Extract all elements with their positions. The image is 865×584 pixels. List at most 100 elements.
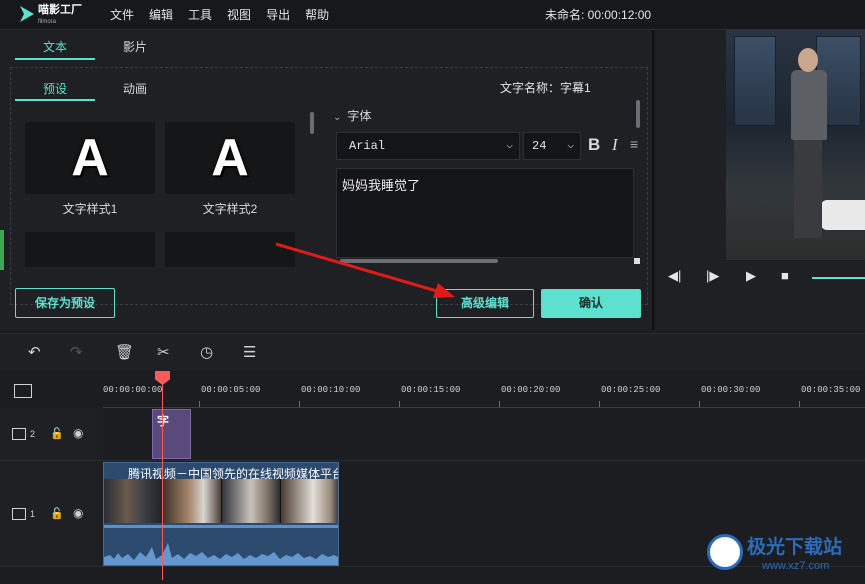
preset-label: 文字样式1 (62, 202, 118, 216)
add-track-icon[interactable] (14, 384, 32, 398)
more-format-icon[interactable]: ≡ (630, 136, 638, 152)
ruler-label: 00:00:05:00 (201, 385, 261, 395)
preset-grid: A 文字样式1 A 文字样式2 A A (25, 122, 300, 267)
ruler-label: 00:00:15:00 (401, 385, 461, 395)
preset-thumbnail: A (165, 232, 295, 267)
menu-export[interactable]: 导出 (266, 0, 290, 30)
volume-slider[interactable] (812, 277, 865, 279)
subtab-animation[interactable]: 动画 (95, 79, 175, 101)
preset-label: 文字样式2 (202, 202, 258, 216)
brand: 喵影工厂 filmora (38, 5, 82, 27)
ruler-label: 00:00:35:00 (801, 385, 861, 395)
tab-text[interactable]: 文本 (15, 36, 95, 60)
playhead-line[interactable] (162, 380, 163, 580)
preset-item[interactable]: A 文字样式2 (165, 122, 295, 217)
brand-sub: filmora (38, 19, 57, 25)
clip-thumbnail (104, 479, 163, 523)
subtab-preset[interactable]: 预设 (15, 79, 95, 101)
track-number: 1 (30, 509, 36, 519)
resize-corner[interactable] (634, 258, 640, 264)
text-content-input[interactable]: 妈妈我睡觉了 (336, 168, 634, 258)
italic-button[interactable]: I (612, 135, 618, 155)
eye-icon[interactable]: ◉ (73, 426, 83, 440)
scene-person (791, 70, 827, 140)
next-frame-icon[interactable]: |▶ (706, 268, 719, 284)
project-title: 未命名: 00:00:12:00 (545, 8, 652, 22)
undo-icon[interactable]: ↶ (28, 343, 41, 361)
app-logo-icon (20, 6, 34, 22)
video-clip[interactable]: 腾讯视频－中国领先的在线视频媒体平台 (103, 462, 339, 566)
redo-icon[interactable]: ↷ (70, 343, 83, 361)
play-icon[interactable]: ▶ (746, 268, 756, 284)
lock-icon[interactable]: 🔓 (50, 507, 64, 520)
track-header: 2 🔓 ◉ (0, 408, 103, 461)
menu-tools[interactable]: 工具 (188, 0, 212, 30)
settings-scrollbar[interactable] (636, 100, 640, 128)
text-name-label: 文字名称：字幕1 (500, 81, 591, 95)
timeline-toolbar: ↶ ↷ 🗑 ✂ ◷ ☰ (0, 333, 865, 371)
track-lane[interactable] (103, 408, 865, 461)
preset-item[interactable]: A (165, 232, 295, 267)
edge-marker (0, 230, 4, 270)
clip-thumbnail (281, 479, 338, 523)
previous-frame-icon[interactable]: ◀| (668, 268, 681, 284)
title-clip-label: 字 (157, 414, 170, 428)
menu-bar: 文件 编辑 工具 视图 导出 帮助 (110, 0, 344, 30)
preset-scrollbar[interactable] (310, 112, 314, 134)
delete-icon[interactable]: 🗑 (115, 343, 134, 361)
chevron-down-icon: ⌵ (567, 140, 574, 152)
preset-thumbnail: A (25, 122, 155, 194)
menu-help[interactable]: 帮助 (305, 0, 329, 30)
font-family-select[interactable]: Arial ⌵ (336, 132, 520, 160)
confirm-button[interactable]: 确认 (541, 289, 641, 318)
preset-item[interactable]: A (25, 232, 155, 267)
text-horizontal-scrollbar[interactable] (340, 259, 498, 263)
ruler-tick (699, 401, 700, 407)
adjust-icon[interactable]: ☰ (243, 343, 256, 361)
speed-icon[interactable]: ◷ (200, 343, 213, 361)
preset-thumbnail: A (165, 122, 295, 194)
timeline-ruler[interactable]: 00:00:00:00 00:00:05:00 00:00:10:00 00:0… (0, 371, 865, 408)
preset-thumbnail: A (25, 232, 155, 267)
scene-person (798, 48, 818, 72)
font-family-value: Arial (349, 139, 386, 153)
track-number: 2 (30, 429, 36, 439)
editor-subtabs: 预设 动画 (15, 79, 175, 101)
cut-icon[interactable]: ✂ (157, 343, 170, 361)
chevron-down-icon: ⌵ (506, 140, 513, 152)
ruler-tick (199, 401, 200, 407)
menu-view[interactable]: 视图 (227, 0, 251, 30)
tab-movie[interactable]: 影片 (95, 36, 175, 60)
preview-panel: ◀| |▶ ▶ ■ (656, 30, 865, 330)
title-clip[interactable]: 字 (152, 409, 191, 459)
chevron-down-icon: ⌄ (333, 112, 342, 123)
ruler-label: 00:00:25:00 (601, 385, 661, 395)
bold-button[interactable]: B (588, 135, 600, 155)
menu-file[interactable]: 文件 (110, 0, 134, 30)
brand-name: 喵影工厂 (38, 4, 82, 16)
menu-edit[interactable]: 编辑 (149, 0, 173, 30)
preset-item[interactable]: A 文字样式1 (25, 122, 155, 217)
ruler-tick (299, 401, 300, 407)
clip-thumbnail (222, 479, 281, 523)
scene-bed (821, 200, 865, 230)
top-bar: 喵影工厂 filmora 文件 编辑 工具 视图 导出 帮助 未命名: 00:0… (0, 0, 865, 30)
film-icon (12, 428, 26, 440)
ruler-ticks: 00:00:00:00 00:00:05:00 00:00:10:00 00:0… (103, 371, 865, 408)
font-size-select[interactable]: 24 ⌵ (523, 132, 581, 160)
ruler-label: 00:00:20:00 (501, 385, 561, 395)
advanced-edit-button[interactable]: 高级编辑 (436, 289, 534, 318)
clip-thumbnail (163, 479, 222, 523)
stop-icon[interactable]: ■ (781, 268, 789, 283)
scene-person (794, 138, 822, 238)
font-section-header[interactable]: ⌄ 字体 (333, 107, 371, 124)
eye-icon[interactable]: ◉ (73, 506, 83, 520)
ruler-tick (399, 401, 400, 407)
scene-window (734, 36, 776, 126)
playback-controls: ◀| |▶ ▶ ■ (666, 268, 865, 288)
watermark-url: www.xz7.com (762, 560, 830, 572)
lock-icon[interactable]: 🔓 (50, 427, 64, 440)
save-preset-button[interactable]: 保存为预设 (15, 288, 115, 318)
ruler-tick (599, 401, 600, 407)
preset-glyph: A (211, 129, 249, 187)
